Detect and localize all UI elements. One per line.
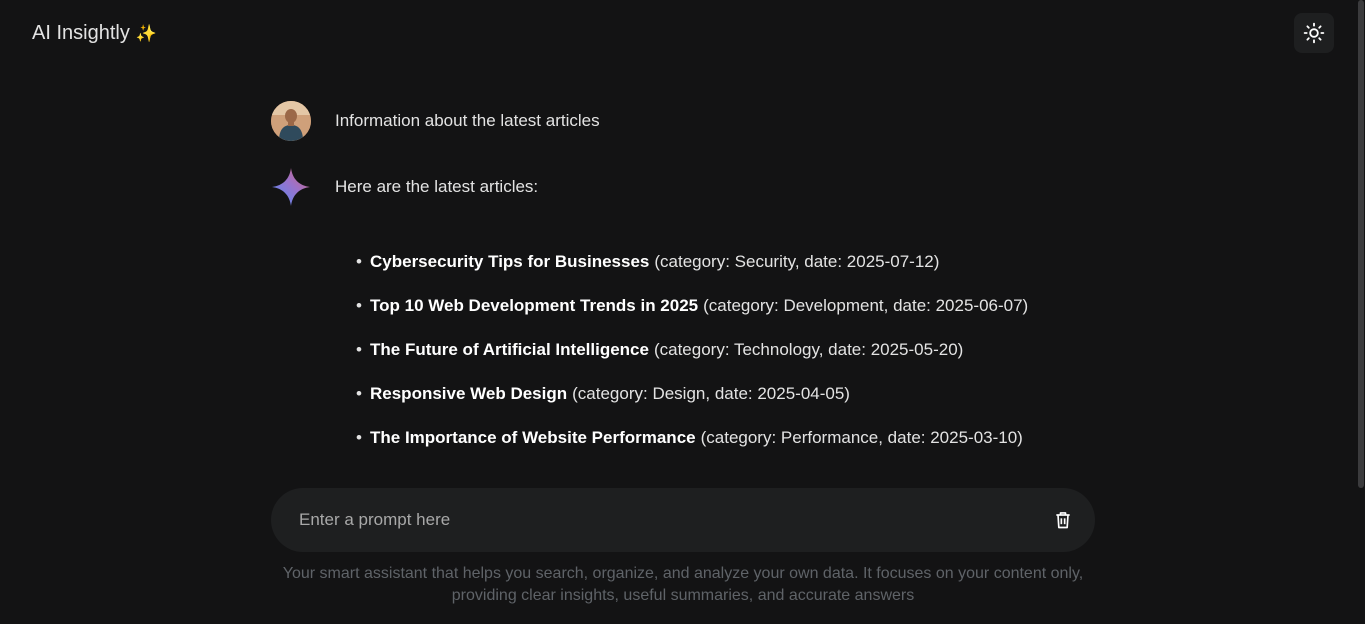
gemini-sparkle-icon (271, 167, 311, 207)
header: AI Insightly ✨ (0, 0, 1357, 68)
avatar (271, 101, 311, 141)
footer-disclaimer: Your smart assistant that helps you sear… (282, 565, 1084, 604)
app-title: AI Insightly ✨ (32, 22, 157, 45)
ai-intro-text: Here are the latest articles: (335, 177, 539, 196)
user-message-text: Information about the latest articles (335, 111, 600, 130)
bullet: • (356, 296, 362, 315)
prompt-input[interactable] (299, 508, 1019, 532)
bullet: • (356, 428, 362, 447)
scrollbar-thumb[interactable] (1358, 0, 1364, 488)
clear-chat-button[interactable] (1051, 508, 1075, 532)
prompt-bar (271, 488, 1095, 552)
user-message: Information about the latest articles (271, 101, 600, 141)
article-title: Cybersecurity Tips for Businesses (370, 252, 650, 271)
user-avatar-image (271, 101, 311, 141)
app-root: AI Insightly ✨ Information about the lat… (0, 0, 1365, 624)
article-title: The Importance of Website Performance (370, 428, 696, 447)
sparkles-icon: ✨ (135, 23, 157, 43)
theme-toggle-button[interactable] (1294, 13, 1334, 53)
list-item: • The Future of Artificial Intelligence … (356, 340, 1028, 384)
bullet: • (356, 252, 362, 271)
article-list: • Cybersecurity Tips for Businesses (cat… (356, 252, 1028, 472)
article-details: (category: Technology, date: 2025-05-20) (653, 340, 964, 359)
app-title-text: AI Insightly (32, 22, 130, 44)
list-item: • Responsive Web Design (category: Desig… (356, 384, 1028, 428)
list-item: • The Importance of Website Performance … (356, 428, 1028, 472)
scrollbar[interactable] (1357, 0, 1365, 624)
article-title: The Future of Artificial Intelligence (370, 340, 649, 359)
article-details: (category: Performance, date: 2025-03-10… (700, 428, 1023, 447)
bullet: • (356, 384, 362, 403)
article-details: (category: Security, date: 2025-07-12) (654, 252, 940, 271)
list-item: • Top 10 Web Development Trends in 2025 … (356, 296, 1028, 340)
article-title: Responsive Web Design (370, 384, 568, 403)
list-item: • Cybersecurity Tips for Businesses (cat… (356, 252, 1028, 296)
article-details: (category: Design, date: 2025-04-05) (572, 384, 850, 403)
article-details: (category: Development, date: 2025-06-07… (703, 296, 1029, 315)
sun-icon (1303, 22, 1325, 44)
trash-icon (1056, 512, 1070, 529)
article-title: Top 10 Web Development Trends in 2025 (370, 296, 699, 315)
bullet: • (356, 340, 362, 359)
ai-message: Here are the latest articles: (271, 167, 538, 207)
